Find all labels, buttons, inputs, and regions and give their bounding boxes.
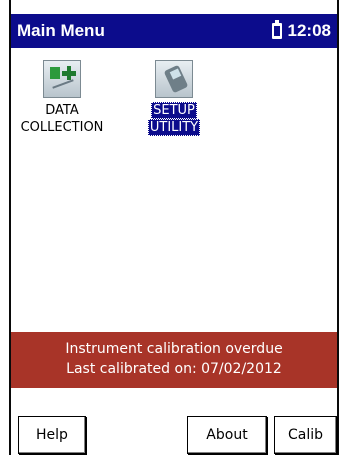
app-label-line2: COLLECTION <box>20 120 104 135</box>
battery-icon <box>271 20 282 39</box>
app-setup-utility[interactable]: SETUP UTILITY <box>129 60 219 136</box>
app-label-setup-utility: SETUP UTILITY <box>129 102 219 136</box>
calibration-alert: Instrument calibration overdue Last cali… <box>11 332 337 388</box>
title-bar: Main Menu 12:08 <box>11 14 337 48</box>
app-label-line2: UTILITY <box>147 119 201 136</box>
calib-button[interactable]: Calib <box>274 416 337 454</box>
device-screen: Main Menu 12:08 DATA COLLECTION SETUP UT… <box>9 0 339 455</box>
app-label-line1: DATA <box>45 103 79 118</box>
app-label-line1: SETUP <box>151 102 197 119</box>
app-data-collection[interactable]: DATA COLLECTION <box>17 60 107 136</box>
data-collection-icon[interactable] <box>43 60 81 98</box>
help-button[interactable]: Help <box>18 416 86 454</box>
clock: 12:08 <box>287 21 331 40</box>
about-button[interactable]: About <box>187 416 267 454</box>
alert-line-1: Instrument calibration overdue <box>65 341 283 357</box>
alert-line-2: Last calibrated on: 07/02/2012 <box>66 361 282 377</box>
setup-utility-icon[interactable] <box>155 60 193 98</box>
window-title: Main Menu <box>17 21 105 40</box>
app-label-data-collection: DATA COLLECTION <box>17 102 107 136</box>
